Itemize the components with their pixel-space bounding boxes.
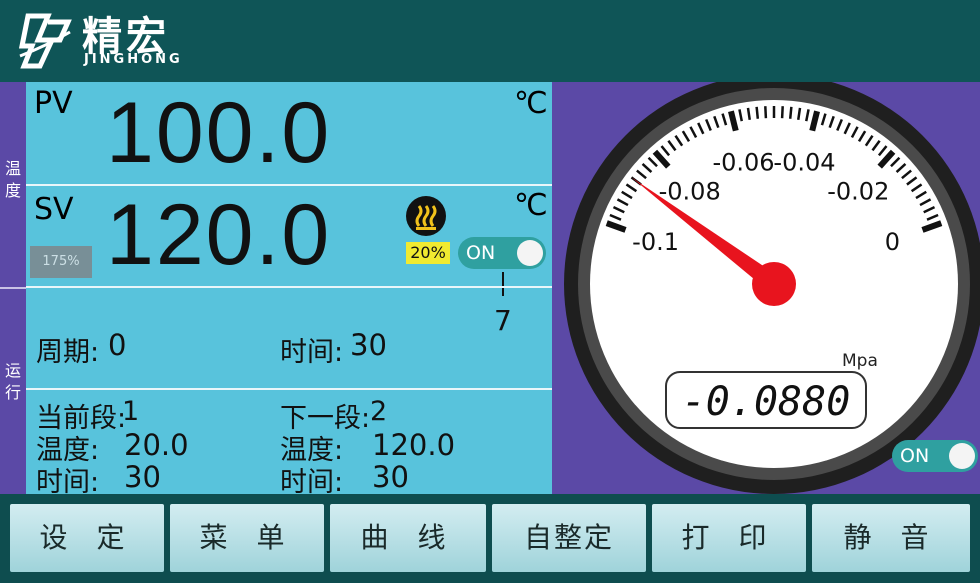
gauge-minor-tick	[755, 106, 760, 119]
marker-line	[502, 272, 504, 296]
gauge-tick-label: -0.02	[827, 177, 889, 205]
gauge-tick-label: -0.04	[773, 149, 835, 177]
tab-run[interactable]: 运行	[0, 360, 26, 404]
zoom-badge: 175%	[30, 246, 92, 278]
menu-button[interactable]: 菜 单	[170, 504, 324, 572]
gauge-minor-tick	[764, 106, 768, 119]
heater-output-percent: 20%	[406, 242, 450, 264]
pv-unit: ℃	[514, 86, 548, 121]
gauge-panel: -0.1 -0.08 -0.06 -0.04 -0.02 0 Mpa -0.0880 ON	[552, 74, 980, 494]
curve-button[interactable]: 曲 线	[330, 504, 486, 572]
gauge-minor-tick	[746, 107, 751, 120]
marker-value: 7	[494, 304, 512, 337]
gauge-toggle-label: ON	[900, 445, 930, 467]
sv-toggle-label: ON	[466, 242, 496, 264]
current-segment-value: 1	[122, 396, 140, 427]
gauge-tick-label: 0	[885, 228, 900, 256]
cycle-value: 0	[108, 328, 127, 362]
mute-button[interactable]: 静 音	[812, 504, 970, 572]
print-button[interactable]: 打 印	[652, 504, 806, 572]
gauge-readout-value: -0.0880	[682, 379, 851, 425]
cycle-label: 周期:	[36, 337, 100, 368]
gauge-on-toggle[interactable]: ON	[892, 440, 978, 472]
header-bar: 精宏 JINGHONG	[0, 0, 980, 82]
gauge-minor-tick	[797, 107, 802, 120]
run-time-label: 时间:	[280, 337, 344, 368]
tab-divider	[0, 287, 26, 289]
autotune-button[interactable]: 自整定	[492, 504, 646, 572]
pv-label: PV	[34, 86, 73, 121]
divider	[26, 388, 552, 390]
tab-temperature-label: 温度	[4, 159, 21, 200]
gauge-tick-label: -0.1	[632, 228, 679, 256]
next-segment-value: 2	[370, 396, 388, 427]
settings-button[interactable]: 设 定	[10, 504, 164, 572]
sv-unit: ℃	[514, 188, 548, 223]
divider	[26, 286, 552, 288]
gauge-needle-hub	[752, 262, 796, 306]
gauge-unit: Mpa	[842, 351, 878, 371]
left-tab-column: 温度 运行	[0, 82, 26, 494]
sv-on-toggle[interactable]: ON	[458, 237, 546, 269]
brand-name-en: JINGHONG	[84, 52, 183, 67]
function-bar: 设 定 菜 单 曲 线 自整定 打 印 静 音	[0, 494, 980, 583]
current-time-value: 30	[124, 460, 161, 494]
next-time-value: 30	[372, 460, 409, 494]
gauge-tick-label: -0.06	[712, 149, 774, 177]
tab-run-label: 运行	[4, 361, 21, 402]
current-temp-value: 20.0	[124, 428, 189, 462]
run-time-value: 30	[350, 328, 387, 362]
gauge-toggle-knob	[949, 443, 975, 469]
sv-value: 120.0	[106, 187, 332, 283]
gauge-tick-label: -0.08	[659, 177, 721, 205]
pv-value: 100.0	[106, 85, 332, 181]
jinghong-logo-icon	[18, 13, 72, 69]
readout-panel: PV 100.0 ℃ SV 120.0 ℃ 20% ON 7 周期: 0 时间:…	[26, 82, 552, 498]
sv-toggle-knob	[517, 240, 543, 266]
sv-label: SV	[34, 192, 74, 227]
next-temp-value: 120.0	[372, 428, 456, 462]
tab-temperature[interactable]: 温度	[0, 158, 26, 202]
pressure-gauge: -0.1 -0.08-0.06-0.04-0.02 0 Mpa -0.0880	[564, 74, 980, 494]
heater-icon	[406, 196, 446, 236]
gauge-minor-tick	[788, 106, 793, 119]
gauge-minor-tick	[780, 106, 784, 119]
